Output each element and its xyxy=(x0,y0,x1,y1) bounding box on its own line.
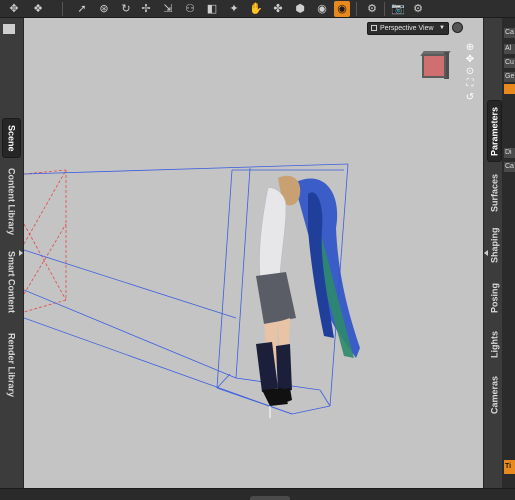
tab-scene[interactable]: Scene xyxy=(2,118,21,158)
region-navigator-tool-icon[interactable]: ⬢ xyxy=(292,1,308,17)
camera-view-tool-icon[interactable]: ◉ xyxy=(314,1,330,17)
main-toolbar: ✥ ❖ ➚ ⊛ ↻ ✢ ⇲ ⚇ ◧ ✦ ✋ ✤ ⬢ ◉ ◉ ⚙ 📷 ⚙ xyxy=(0,0,515,18)
orbit-control-icon[interactable]: ⊕ xyxy=(464,42,476,54)
selected-item-highlight[interactable] xyxy=(504,84,515,94)
strip-label-di[interactable]: Di xyxy=(504,148,515,158)
translate-tool-icon[interactable]: ✢ xyxy=(138,1,154,17)
zoom-control-icon[interactable]: ⊙ xyxy=(464,66,476,78)
chevron-down-icon: ▼ xyxy=(439,25,445,31)
tab-smart-content[interactable]: Smart Content xyxy=(2,248,21,316)
view-selector-label: Perspective View xyxy=(380,25,434,32)
daz-studio-window: ✥ ❖ ➚ ⊛ ↻ ✢ ⇲ ⚇ ◧ ✦ ✋ ✤ ⬢ ◉ ◉ ⚙ 📷 ⚙ Scen… xyxy=(0,0,515,500)
render-library-icon[interactable]: ⚙ xyxy=(410,1,426,17)
tab-shaping[interactable]: Shaping xyxy=(487,224,502,266)
tab-cameras[interactable]: Cameras xyxy=(487,374,502,416)
tab-render-library[interactable]: Render Library xyxy=(2,330,21,400)
geometry-editor-tool-icon[interactable]: ✦ xyxy=(226,1,242,17)
joint-editor-tool-icon[interactable]: ⚇ xyxy=(182,1,198,17)
frame-control-icon[interactable]: ⛶ xyxy=(464,78,476,90)
tab-lights[interactable]: Lights xyxy=(487,328,502,362)
render-settings-icon[interactable]: ⚙ xyxy=(364,1,380,17)
node-weight-tool-icon[interactable]: ⊛ xyxy=(96,1,112,17)
viewport-options-icon[interactable] xyxy=(452,22,463,33)
tab-surfaces[interactable]: Surfaces xyxy=(487,170,502,216)
viewport-3d[interactable]: Perspective View ▼ ⊕ ✥ ⊙ ⛶ ↺ xyxy=(24,18,483,488)
bottom-pane-tab[interactable] xyxy=(250,496,290,500)
strip-label-al[interactable]: Al xyxy=(504,44,515,54)
scale-tool-icon[interactable]: ⇲ xyxy=(160,1,176,17)
view-selector-dropdown[interactable]: Perspective View ▼ xyxy=(367,22,449,35)
strip-label-ca[interactable]: Ca xyxy=(504,28,515,38)
tab-content-library[interactable]: Content Library xyxy=(2,166,21,238)
active-tool-highlight-icon[interactable]: ◉ xyxy=(334,1,350,17)
power-pose-tool-icon[interactable]: ✤ xyxy=(270,1,286,17)
pointer-tool-icon[interactable]: ➚ xyxy=(74,1,90,17)
active-pose-tool-icon[interactable]: ✋ xyxy=(248,1,264,17)
view-cube[interactable] xyxy=(422,54,446,78)
pane-menu-icon[interactable] xyxy=(3,24,15,34)
tab-parameters[interactable]: Parameters xyxy=(487,100,502,162)
toolbar-separator xyxy=(384,2,385,16)
tab-posing[interactable]: Posing xyxy=(487,278,502,318)
camera-frustum-wireframe xyxy=(24,169,67,313)
collapse-right-pane-icon[interactable] xyxy=(484,250,488,256)
reset-view-icon[interactable]: ↺ xyxy=(464,92,476,104)
strip-label-cu[interactable]: Cu xyxy=(504,58,515,68)
scene-tool-icon[interactable]: ❖ xyxy=(30,1,46,17)
universal-tool-icon[interactable]: ✥ xyxy=(6,1,22,17)
surface-selection-tool-icon[interactable]: ◧ xyxy=(204,1,220,17)
viewport-icon xyxy=(371,25,377,31)
scene-render xyxy=(24,163,360,418)
rotate-tool-icon[interactable]: ↻ xyxy=(118,1,134,17)
tips-tab[interactable]: Ti xyxy=(504,460,515,474)
strip-label-ge[interactable]: Ge xyxy=(504,72,515,82)
toolbar-separator xyxy=(62,2,63,16)
pan-control-icon[interactable]: ✥ xyxy=(464,54,476,66)
toolbar-separator xyxy=(356,2,357,16)
strip-label-ca2[interactable]: Ca xyxy=(504,162,515,172)
render-icon[interactable]: 📷 xyxy=(390,1,406,17)
collapse-left-pane-icon[interactable] xyxy=(19,250,23,256)
